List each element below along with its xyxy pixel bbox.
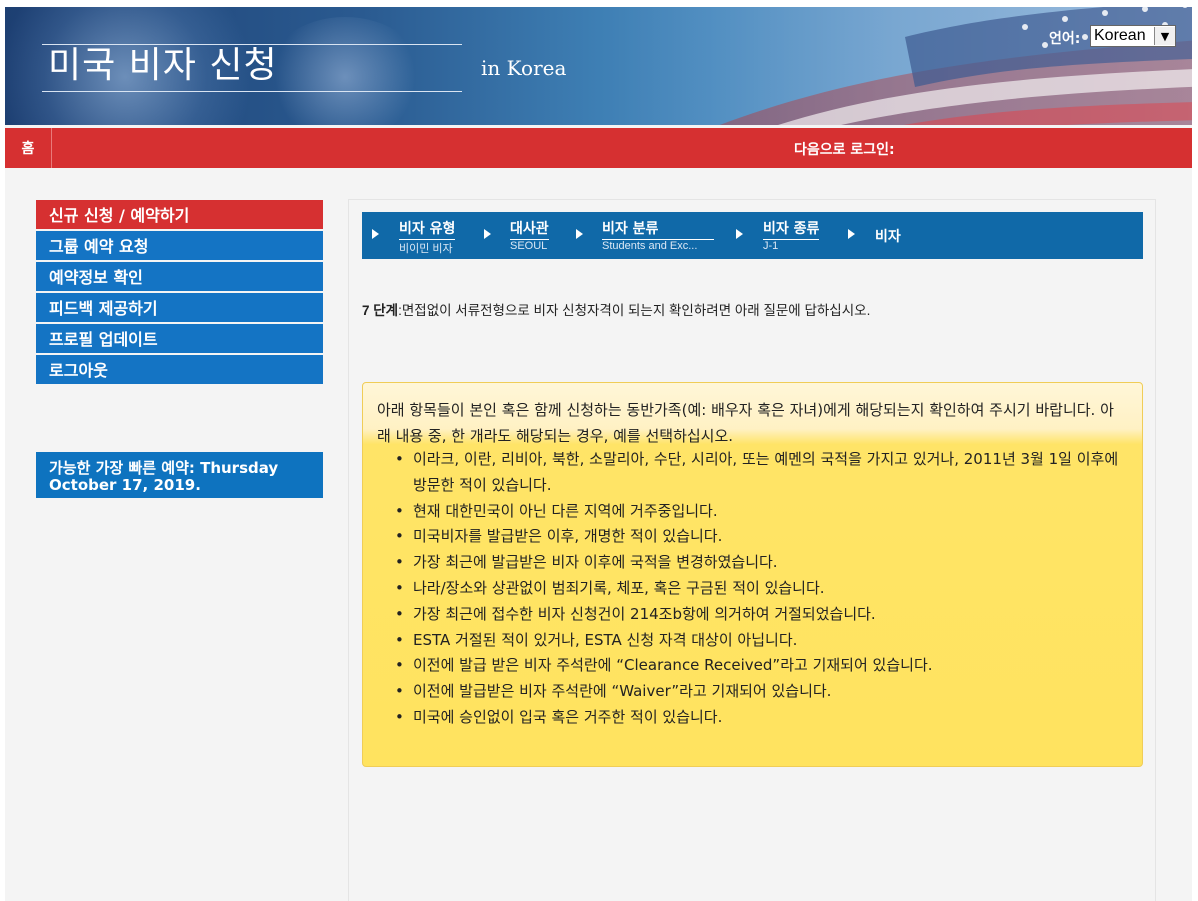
step-value: SEOUL [510,240,548,252]
step-label: 비자 분류 [602,218,714,240]
nav-login-label: 다음으로 로그인: [794,142,895,158]
step-instruction: 7 단계:면접없이 서류전형으로 비자 신청자격이 되는지 확인하려면 아래 질… [362,299,870,319]
progress-steps: 비자 유형 비이민 비자 대사관 SEOUL 비자 분류 Students an… [362,212,1143,259]
step-label: 비자 유형 [399,218,456,240]
site-title: 미국 비자 신청 [48,45,278,86]
list-item: 이라크, 이란, 리비아, 북한, 소말리아, 수단, 시리아, 또는 예멘의 … [395,447,1133,499]
list-item: 이전에 발급받은 비자 주석란에 “Waiver”라고 기재되어 있습니다. [395,679,1133,705]
language-select-value: Korean [1094,27,1146,44]
chevron-right-icon [372,229,379,239]
sidebar-menu: 신규 신청 / 예약하기 그룹 예약 요청 예약정보 확인 피드백 제공하기 프… [36,200,323,386]
step-number: 7 단계 [362,303,399,318]
sidebar-item-feedback[interactable]: 피드백 제공하기 [36,293,323,322]
title-rule-bottom [42,91,462,92]
eligibility-notice: 아래 항목들이 본인 혹은 함께 신청하는 동반가족(예: 배우자 혹은 자녀)… [362,382,1143,767]
earliest-appointment-box: 가능한 가장 빠른 예약: Thursday October 17, 2019. [36,452,323,498]
list-item: 가장 최근에 발급받은 비자 이후에 국적을 변경하였습니다. [395,550,1133,576]
step-value: 비이민 비자 [399,243,453,255]
sidebar-item-group-request[interactable]: 그룹 예약 요청 [36,231,323,260]
list-item: 가장 최근에 접수한 비자 신청건이 214조b항에 의거하여 거절되었습니다. [395,602,1133,628]
step-value: Students and Exc... [602,240,698,252]
sidebar-item-appointment-info[interactable]: 예약정보 확인 [36,262,323,291]
site-subtitle: in Korea [481,56,567,80]
list-item: 나라/장소와 상관없이 범죄기록, 체포, 혹은 구금된 적이 있습니다. [395,576,1133,602]
chevron-right-icon [576,229,583,239]
chevron-right-icon [736,229,743,239]
list-item: 현재 대한민국이 아닌 다른 지역에 거주중입니다. [395,499,1133,525]
sidebar-item-new-application[interactable]: 신규 신청 / 예약하기 [36,200,323,229]
sidebar-item-logout[interactable]: 로그아웃 [36,355,323,384]
criteria-list: 이라크, 이란, 리비아, 북한, 소말리아, 수단, 시리아, 또는 예멘의 … [389,447,1133,731]
step-label: 비자 [875,229,901,245]
nav-home-link[interactable]: 홈 [5,128,52,168]
list-item: ESTA 거절된 적이 있거나, ESTA 신청 자격 대상이 아닙니다. [395,628,1133,654]
step-label: 비자 종류 [763,218,820,240]
fireworks-decoration-2 [265,17,425,125]
chevron-down-icon[interactable]: ▼ [1154,27,1175,45]
top-navbar: 홈 다음으로 로그인: [5,128,1192,168]
instruction-text: :면접없이 서류전형으로 비자 신청자격이 되는지 확인하려면 아래 질문에 답… [398,303,871,318]
list-item: 미국비자를 발급받은 이후, 개명한 적이 있습니다. [395,524,1133,550]
notice-intro: 아래 항목들이 본인 혹은 함께 신청하는 동반가족(예: 배우자 혹은 자녀)… [377,401,1114,445]
step-label: 대사관 [510,218,549,240]
step-value: J-1 [763,240,779,252]
sidebar-item-update-profile[interactable]: 프로필 업데이트 [36,324,323,353]
language-label: 언어: [1049,31,1081,47]
language-select[interactable]: Korean ▼ [1090,25,1176,47]
list-item: 미국에 승인없이 입국 혹은 거주한 적이 있습니다. [395,705,1133,731]
chevron-right-icon [484,229,491,239]
chevron-right-icon [848,229,855,239]
list-item: 이전에 발급 받은 비자 주석란에 “Clearance Received”라고… [395,653,1133,679]
